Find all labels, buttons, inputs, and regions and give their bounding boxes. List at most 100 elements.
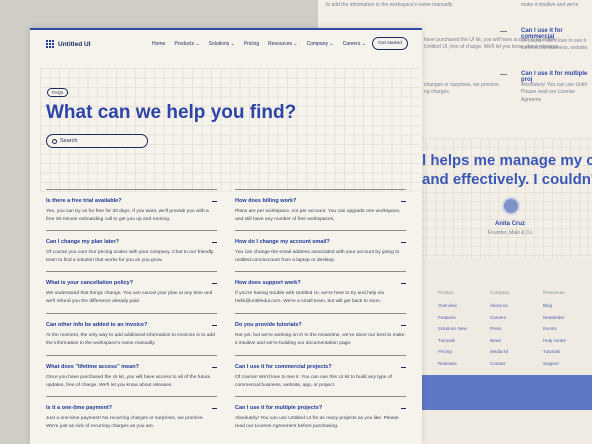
collapse-icon[interactable] xyxy=(401,325,406,326)
faq-item[interactable]: Can I use it for commercial projects? Of… xyxy=(235,355,406,389)
hero-grid-background xyxy=(40,68,420,192)
get-started-button[interactable]: Get started xyxy=(372,37,408,50)
bg-top-text-right: make it intuitive and we're xyxy=(521,2,579,8)
footer-heading: Product xyxy=(438,290,454,295)
bg-left-text: ng charges. xyxy=(424,89,451,95)
faq-question: How does support work? xyxy=(235,280,301,286)
collapse-icon[interactable] xyxy=(212,325,217,326)
faq-badge: FAQs xyxy=(47,88,69,97)
footer-link[interactable]: Careers xyxy=(490,315,509,320)
collapse-icon[interactable] xyxy=(401,283,406,284)
collapse-icon[interactable] xyxy=(212,242,217,243)
search-input[interactable]: Search xyxy=(46,134,148,148)
footer-column-resources: Resources Blog Newsletter Events Help ce… xyxy=(543,290,566,372)
divider xyxy=(235,271,406,272)
faq-answer: Yes, you can try us for free for 30 days… xyxy=(46,209,209,222)
footer-link[interactable]: News xyxy=(490,338,509,343)
faq-item[interactable]: How does support work? If you're having … xyxy=(235,271,406,305)
faq-page-window: Untitled UI Home Products ⌄ Solutions ⌄ … xyxy=(30,28,422,444)
faq-item[interactable]: What is your cancellation policy? We und… xyxy=(46,271,217,305)
collapse-icon[interactable] xyxy=(401,242,406,243)
nav-link-pricing[interactable]: Pricing xyxy=(244,41,259,47)
faq-question: Can I change my plan later? xyxy=(46,239,120,245)
footer-column-product: Product Overview Features Solutions New … xyxy=(438,290,467,372)
divider xyxy=(46,271,217,272)
nav-link-home[interactable]: Home xyxy=(152,41,165,47)
footer-cta-banner xyxy=(418,375,592,410)
page-title: What can we help you find? xyxy=(46,102,297,123)
faq-answer: If you're having trouble with Untitled U… xyxy=(235,291,384,304)
faq-answer: You can change the email address associa… xyxy=(235,250,400,263)
faq-question: Can I use it for multiple projects? xyxy=(235,405,323,411)
faq-answer: We understand that things change. You ca… xyxy=(46,291,213,304)
logo-text: Untitled UI xyxy=(58,40,91,48)
footer-link[interactable]: Overview xyxy=(438,303,467,308)
footer-link[interactable]: Tutorials xyxy=(438,338,467,343)
footer-link[interactable]: Support xyxy=(543,361,566,366)
faq-question: Do you provide tutorials? xyxy=(235,322,302,328)
faq-item[interactable]: Can I change my plan later? Of course yo… xyxy=(46,230,217,264)
divider xyxy=(46,355,217,356)
footer-link[interactable]: About us xyxy=(490,303,509,308)
logo[interactable]: Untitled UI xyxy=(46,40,91,48)
faq-answer: Of course you can! Our pricing scales wi… xyxy=(46,250,214,263)
divider xyxy=(46,313,217,314)
faq-question: Is it a one-time payment? xyxy=(46,405,113,411)
testimonial-quote-line: and effectively. I couldn't liv xyxy=(422,171,592,188)
footer-link[interactable]: Pricing xyxy=(438,349,467,354)
collapse-icon xyxy=(500,74,507,75)
search-icon xyxy=(52,138,57,144)
faq-answer: Absolutely! You can use Untitled UI for … xyxy=(235,416,399,429)
nav-link-products[interactable]: Products ⌄ xyxy=(174,41,199,47)
nav-links: Home Products ⌄ Solutions ⌄ Pricing Reso… xyxy=(152,41,366,47)
faq-question: What does "lifetime access" mean? xyxy=(46,364,139,370)
faq-item[interactable]: What does "lifetime access" mean? Once y… xyxy=(46,355,217,389)
collapse-icon[interactable] xyxy=(212,201,217,202)
collapse-icon[interactable] xyxy=(401,201,406,202)
nav-link-careers[interactable]: Careers ⌄ xyxy=(343,41,366,47)
faq-item[interactable]: How does billing work? Plans are per wor… xyxy=(235,189,406,223)
faq-item[interactable]: How do I change my account email? You ca… xyxy=(235,230,406,264)
footer-link[interactable]: Tutorials xyxy=(543,349,566,354)
footer-link[interactable]: Features xyxy=(438,315,467,320)
divider xyxy=(46,396,217,397)
faq-item[interactable]: Do you provide tutorials? Not yet, but w… xyxy=(235,313,406,347)
faq-item[interactable]: Is there a free trial available? Yes, yo… xyxy=(46,189,217,223)
footer-heading: Resources xyxy=(543,290,565,295)
nav-link-company[interactable]: Company ⌄ xyxy=(307,41,334,47)
collapse-icon[interactable] xyxy=(401,408,406,409)
divider xyxy=(46,230,217,231)
footer-link[interactable]: Help centre xyxy=(543,338,566,343)
testimonial-quote-line: l helps me manage my custo xyxy=(422,152,592,169)
top-nav: Untitled UI Home Products ⌄ Solutions ⌄ … xyxy=(30,30,422,58)
faq-question: Can other info be added to an invoice? xyxy=(46,322,148,328)
divider xyxy=(235,230,406,231)
footer-link[interactable]: Events xyxy=(543,326,566,331)
footer-link[interactable]: Press xyxy=(490,326,509,331)
collapse-icon[interactable] xyxy=(212,283,217,284)
bg-faq-answer: commercial business, website xyxy=(521,45,588,51)
faq-item[interactable]: Can other info be added to an invoice? A… xyxy=(46,313,217,347)
faq-answer: Once you have purchased the UI kit, you … xyxy=(46,375,211,388)
divider xyxy=(235,396,406,397)
footer-heading: Company xyxy=(490,290,510,295)
footer-link[interactable]: Contact xyxy=(490,361,509,366)
footer-link[interactable]: Media kit xyxy=(490,349,509,354)
faq-item[interactable]: Can I use it for multiple projects? Abso… xyxy=(235,396,406,430)
footer-column-company: Company About us Careers Press News Medi… xyxy=(490,290,509,372)
collapse-icon[interactable] xyxy=(401,367,406,368)
faq-answer: Plans are per workspace, not per account… xyxy=(235,209,401,222)
divider xyxy=(235,189,406,190)
nav-link-resources[interactable]: Resources ⌄ xyxy=(268,41,297,47)
faq-question: How does billing work? xyxy=(235,198,297,204)
footer-link[interactable]: Solutions New xyxy=(438,326,467,331)
faq-item[interactable]: Is it a one-time payment? Just a one-tim… xyxy=(46,396,217,430)
collapse-icon[interactable] xyxy=(212,408,217,409)
footer-link[interactable]: Blog xyxy=(543,303,566,308)
nav-link-solutions[interactable]: Solutions ⌄ xyxy=(209,41,235,47)
footer-link[interactable]: Newsletter xyxy=(543,315,566,320)
footer-link[interactable]: Releases xyxy=(438,361,467,366)
faq-question: How do I change my account email? xyxy=(235,239,330,245)
testimonial-role: Founder, Maki & Co. xyxy=(488,230,534,236)
collapse-icon[interactable] xyxy=(212,367,217,368)
